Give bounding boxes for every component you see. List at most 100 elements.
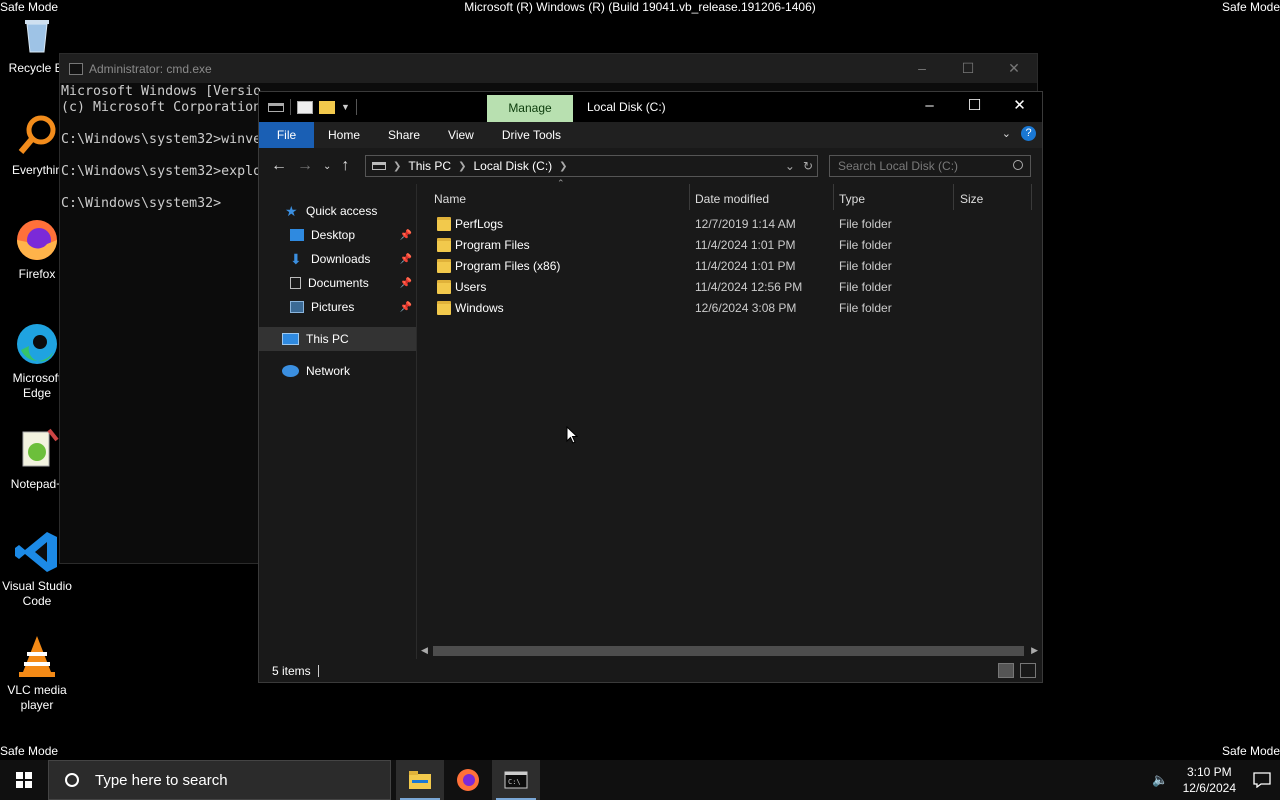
- ribbon-tabs: File Home Share View Drive Tools ⌄ ?: [259, 122, 1042, 148]
- back-arrow-icon[interactable]: ←: [271, 157, 287, 175]
- nav-quick-access[interactable]: ★ Quick access: [259, 199, 416, 223]
- address-bar[interactable]: ❯ This PC ❯ Local Disk (C:) ❯ ⌄ ↻: [365, 155, 818, 177]
- forward-arrow-icon[interactable]: →: [297, 157, 313, 175]
- nav-label: Pictures: [311, 300, 355, 314]
- properties-icon[interactable]: [297, 100, 313, 114]
- taskbar-file-explorer[interactable]: [396, 760, 444, 800]
- volume-muted-icon[interactable]: 🔈: [1152, 772, 1168, 788]
- expand-ribbon-icon[interactable]: ⌄: [1002, 127, 1011, 140]
- pin-icon[interactable]: 📌: [400, 278, 412, 289]
- vlc-cone-icon: [13, 632, 61, 680]
- horizontal-scrollbar[interactable]: ◀ ▶: [417, 643, 1042, 659]
- taskbar-firefox[interactable]: [444, 760, 492, 800]
- mouse-cursor-icon: [566, 426, 578, 444]
- up-arrow-icon[interactable]: ↑: [341, 157, 349, 175]
- nav-this-pc[interactable]: This PC: [259, 327, 416, 351]
- computer-icon: [282, 333, 299, 345]
- breadcrumb-this-pc[interactable]: This PC: [408, 159, 451, 173]
- close-icon[interactable]: ✕: [991, 60, 1037, 77]
- everything-search-icon: [13, 112, 61, 160]
- separator: [317, 664, 319, 677]
- search-input[interactable]: Search Local Disk (C:): [829, 155, 1031, 177]
- pin-icon[interactable]: 📌: [400, 302, 412, 313]
- nav-network[interactable]: Network: [259, 359, 416, 383]
- nav-desktop[interactable]: Desktop 📌: [259, 223, 416, 247]
- recent-locations-icon[interactable]: ⌄: [323, 161, 331, 172]
- pin-icon[interactable]: 📌: [400, 230, 412, 241]
- firefox-icon: [13, 216, 61, 264]
- nav-downloads[interactable]: ⬇ Downloads 📌: [259, 247, 416, 271]
- scroll-right-icon[interactable]: ▶: [1031, 645, 1038, 656]
- tab-drive-tools[interactable]: Drive Tools: [488, 122, 575, 148]
- safe-mode-label: Safe Mode: [0, 744, 59, 758]
- column-name[interactable]: Name: [434, 192, 466, 206]
- cmd-titlebar[interactable]: Administrator: cmd.exe – ☐ ✕: [60, 54, 1037, 83]
- drive-icon[interactable]: [268, 102, 284, 112]
- details-view-icon[interactable]: [998, 663, 1014, 678]
- column-type[interactable]: Type: [839, 192, 865, 206]
- chevron-right-icon[interactable]: ❯: [559, 161, 567, 172]
- folder-icon: [437, 259, 451, 273]
- file-name: Program Files: [455, 238, 530, 252]
- column-separator[interactable]: [689, 184, 690, 210]
- large-icons-view-icon[interactable]: [1020, 663, 1036, 678]
- column-separator[interactable]: [953, 184, 954, 210]
- nav-label: This PC: [306, 332, 349, 346]
- pin-icon[interactable]: 📌: [400, 254, 412, 265]
- file-row[interactable]: Program Files (x86) 11/4/2024 1:01 PM Fi…: [417, 256, 1042, 277]
- help-icon[interactable]: ?: [1021, 126, 1036, 141]
- file-name: Windows: [455, 301, 504, 315]
- recycle-bin-icon: [13, 10, 61, 58]
- cmd-title: Administrator: cmd.exe: [89, 61, 212, 76]
- file-type: File folder: [839, 301, 892, 315]
- minimize-icon[interactable]: –: [907, 92, 952, 122]
- start-button[interactable]: [0, 760, 48, 800]
- taskbar: Type here to search C:\ 🔈 3:10 PM 12/6/2…: [0, 760, 1280, 800]
- desktop-folder-icon: [290, 229, 304, 241]
- maximize-icon[interactable]: ☐: [952, 92, 997, 122]
- file-name: Program Files (x86): [455, 259, 561, 273]
- tab-view[interactable]: View: [434, 122, 488, 148]
- system-clock[interactable]: 3:10 PM 12/6/2024: [1175, 764, 1244, 796]
- file-explorer-icon: [409, 771, 431, 789]
- qat-dropdown-icon[interactable]: ▼: [341, 102, 350, 112]
- tab-manage[interactable]: Manage: [487, 95, 573, 122]
- file-row[interactable]: Users 11/4/2024 12:56 PM File folder: [417, 277, 1042, 298]
- tab-home[interactable]: Home: [314, 122, 374, 148]
- explorer-titlebar[interactable]: ▼ Manage Local Disk (C:) – ☐ ✕: [259, 92, 1042, 122]
- desktop-icon-vlc[interactable]: VLC media player: [0, 632, 74, 713]
- address-dropdown-icon[interactable]: ⌄: [785, 159, 795, 173]
- column-separator[interactable]: [1031, 184, 1032, 210]
- file-list-pane[interactable]: ⌃ Name Date modified Type Size PerfLogs …: [417, 178, 1042, 659]
- new-folder-icon[interactable]: [319, 100, 335, 114]
- file-row[interactable]: Program Files 11/4/2024 1:01 PM File fol…: [417, 235, 1042, 256]
- drive-icon: [372, 162, 386, 170]
- taskbar-cmd[interactable]: C:\: [492, 760, 540, 800]
- scrollbar-thumb[interactable]: [433, 646, 1024, 656]
- maximize-icon[interactable]: ☐: [945, 60, 991, 77]
- file-date: 11/4/2024 12:56 PM: [695, 280, 803, 294]
- taskbar-search-box[interactable]: Type here to search: [48, 760, 391, 800]
- file-date: 11/4/2024 1:01 PM: [695, 238, 796, 252]
- file-row[interactable]: Windows 12/6/2024 3:08 PM File folder: [417, 298, 1042, 319]
- notification-center-icon[interactable]: [1244, 772, 1280, 788]
- item-count: 5 items: [272, 663, 311, 678]
- column-separator[interactable]: [833, 184, 834, 210]
- column-date-modified[interactable]: Date modified: [695, 192, 769, 206]
- column-size[interactable]: Size: [960, 192, 983, 206]
- file-row[interactable]: PerfLogs 12/7/2019 1:14 AM File folder: [417, 214, 1042, 235]
- refresh-icon[interactable]: ↻: [803, 159, 813, 173]
- notepad-plus-icon: [13, 426, 61, 474]
- nav-documents[interactable]: Documents 📌: [259, 271, 416, 295]
- tab-share[interactable]: Share: [374, 122, 434, 148]
- breadcrumb-local-disk[interactable]: Local Disk (C:): [473, 159, 552, 173]
- file-name: PerfLogs: [455, 217, 504, 231]
- scroll-left-icon[interactable]: ◀: [421, 645, 428, 656]
- file-explorer-window[interactable]: ▼ Manage Local Disk (C:) – ☐ ✕ File Home…: [258, 91, 1043, 683]
- folder-icon: [437, 217, 451, 231]
- tab-file[interactable]: File: [259, 122, 314, 148]
- close-icon[interactable]: ✕: [997, 92, 1042, 122]
- file-name: Users: [455, 280, 487, 294]
- minimize-icon[interactable]: –: [899, 60, 945, 77]
- nav-pictures[interactable]: Pictures 📌: [259, 295, 416, 319]
